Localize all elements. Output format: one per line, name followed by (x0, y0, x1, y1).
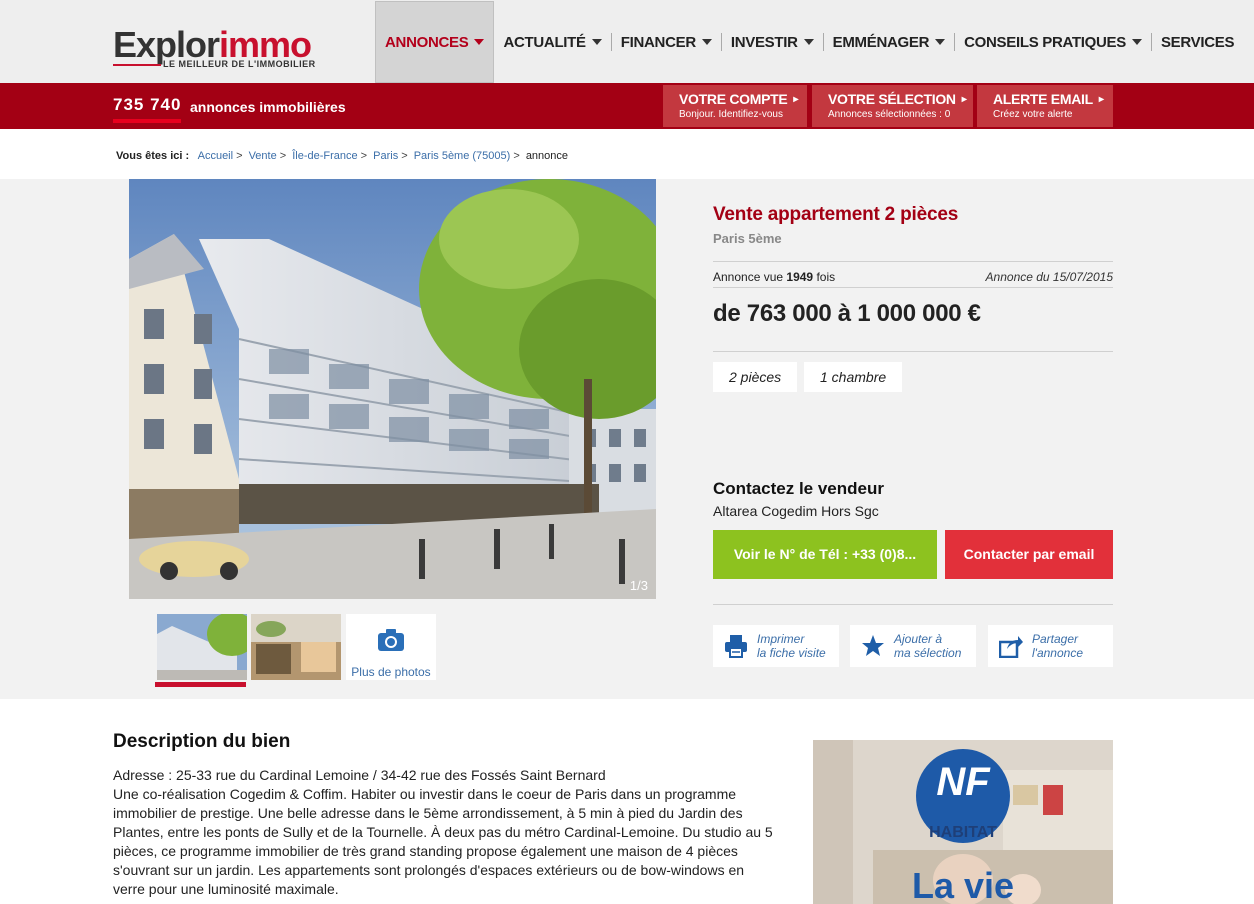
account-subtitle: Bonjour. Identifiez-vous (679, 109, 783, 120)
listing-count-label: annonces immobilières (190, 99, 346, 115)
more-photos-label: Plus de photos (351, 665, 431, 679)
ad-tagline: La vie (911, 865, 1015, 904)
account-bar: 735 740 annonces immobilières VOTRE COMP… (0, 83, 1254, 129)
breadcrumb-link[interactable]: Île-de-France (292, 150, 357, 162)
nav-emmenager[interactable]: EMMÉNAGER (824, 1, 954, 83)
logo-accent-line (113, 64, 161, 66)
nav-services[interactable]: SERVICES (1152, 1, 1243, 83)
description-body: Une co-réalisation Cogedim & Coffim. Hab… (113, 786, 773, 897)
divider (713, 287, 1113, 288)
listing-count: 735 740 (113, 95, 182, 114)
caret-down-icon (591, 39, 602, 45)
caret-down-icon (1131, 39, 1142, 45)
star-icon (862, 635, 884, 656)
caret-down-icon (935, 39, 946, 45)
thumbnail-image (157, 614, 247, 680)
caret-right-icon: ▸ (793, 94, 799, 105)
share-label-2: l'annonce (1032, 646, 1083, 660)
nav-annonces[interactable]: ANNONCES (375, 1, 495, 83)
advertisement[interactable]: NF HABITAT La vie (813, 740, 1113, 904)
breadcrumb: Vous êtes ici : Accueil > Vente > Île-de-F… (116, 150, 569, 162)
description-address: Adresse : 25-33 rue du Cardinal Lemoine … (113, 767, 606, 783)
alert-subtitle: Créez votre alerte (993, 109, 1073, 120)
breadcrumb-link[interactable]: Paris (373, 150, 398, 162)
listing-location: Paris 5ème (713, 231, 782, 246)
show-phone-button[interactable]: Voir le N° de Tél : +33 (0)8... (713, 530, 937, 579)
breadcrumb-link[interactable]: Paris 5ème (75005) (414, 150, 511, 162)
ad-brand-logo: NF (936, 760, 990, 804)
breadcrumb-link[interactable]: Vente (249, 150, 277, 162)
ad-brand-sub: HABITAT (929, 824, 997, 841)
views-count: 1949 (786, 270, 814, 284)
print-label-2: la fiche visite (757, 646, 826, 660)
account-button[interactable]: VOTRE COMPTE ▸ Bonjour. Identifiez-vous (663, 85, 807, 127)
header: Explorimmo LE MEILLEUR DE L'IMMOBILIER A… (0, 0, 1254, 83)
active-thumbnail-indicator (155, 682, 246, 687)
share-icon (999, 636, 1023, 658)
caret-down-icon (474, 39, 485, 45)
site-logo[interactable]: Explorimmo LE MEILLEUR DE L'IMMOBILIER (113, 24, 315, 69)
caret-down-icon (701, 39, 712, 45)
count-underline (113, 119, 181, 123)
divider (713, 261, 1113, 262)
feature-tag-rooms: 2 pièces (713, 362, 798, 392)
feature-tag-bedrooms: 1 chambre (804, 362, 903, 392)
description-heading: Description du bien (113, 731, 291, 752)
selection-button[interactable]: VOTRE SÉLECTION ▸ Annonces sélectionnées … (812, 85, 973, 127)
photo-counter: 1/3 (629, 578, 648, 593)
camera-icon (378, 629, 404, 651)
printer-icon (725, 635, 747, 658)
caret-right-icon: ▸ (961, 94, 967, 105)
share-button[interactable]: Partager l'annonce (988, 625, 1113, 667)
nav-actualite[interactable]: ACTUALITÉ (494, 1, 610, 83)
listing-price: de 763 000 à 1 000 000 € (713, 300, 981, 327)
breadcrumb-label: Vous êtes ici : (116, 150, 190, 162)
selection-label-1: Ajouter à (894, 632, 943, 646)
print-button[interactable]: Imprimer la fiche visite (713, 625, 839, 667)
selection-label-2: ma sélection (894, 646, 962, 660)
photo-thumbnail[interactable] (251, 614, 341, 680)
alert-title: ALERTE EMAIL (993, 91, 1093, 107)
account-title: VOTRE COMPTE (679, 91, 788, 107)
selection-subtitle: Annonces sélectionnées : 0 (828, 109, 951, 120)
logo-tagline: LE MEILLEUR DE L'IMMOBILIER (163, 59, 316, 69)
selection-title: VOTRE SÉLECTION (828, 91, 956, 107)
seller-name: Altarea Cogedim Hors Sgc (713, 503, 879, 519)
photo-thumbnail[interactable] (157, 614, 247, 680)
main-nav: ANNONCES ACTUALITÉ FINANCER INVESTIR EMM… (375, 1, 1243, 83)
building-photo (129, 179, 656, 599)
email-alert-button[interactable]: ALERTE EMAIL ▸ Créez votre alerte (977, 85, 1113, 127)
caret-down-icon (803, 39, 814, 45)
thumbnail-image (251, 614, 341, 680)
logo-wordmark: Explorimmo (113, 24, 312, 65)
print-label-1: Imprimer (757, 632, 805, 646)
contact-heading: Contactez le vendeur (713, 479, 884, 498)
breadcrumb-link[interactable]: Accueil (198, 150, 233, 162)
more-photos-button[interactable]: Plus de photos (346, 614, 436, 680)
breadcrumb-current: annonce (525, 150, 569, 162)
description-text: Adresse : 25-33 rue du Cardinal Lemoine … (113, 766, 775, 899)
listing-title: Vente appartement 2 pièces (713, 204, 959, 225)
share-label-1: Partager (1032, 632, 1079, 646)
listing-date: Annonce du 15/07/2015 (985, 270, 1113, 284)
divider (713, 351, 1113, 352)
caret-right-icon: ▸ (1098, 94, 1104, 105)
contact-email-button[interactable]: Contacter par email (945, 530, 1113, 579)
nav-financer[interactable]: FINANCER (612, 1, 721, 83)
listing-views: Annonce vue 1949 fois (713, 270, 836, 284)
divider (713, 604, 1113, 605)
main-photo[interactable]: 1/3 (129, 179, 656, 599)
nav-conseils-pratiques[interactable]: CONSEILS PRATIQUES (955, 1, 1151, 83)
nav-investir[interactable]: INVESTIR (722, 1, 823, 83)
add-to-selection-button[interactable]: Ajouter à ma sélection (850, 625, 976, 667)
